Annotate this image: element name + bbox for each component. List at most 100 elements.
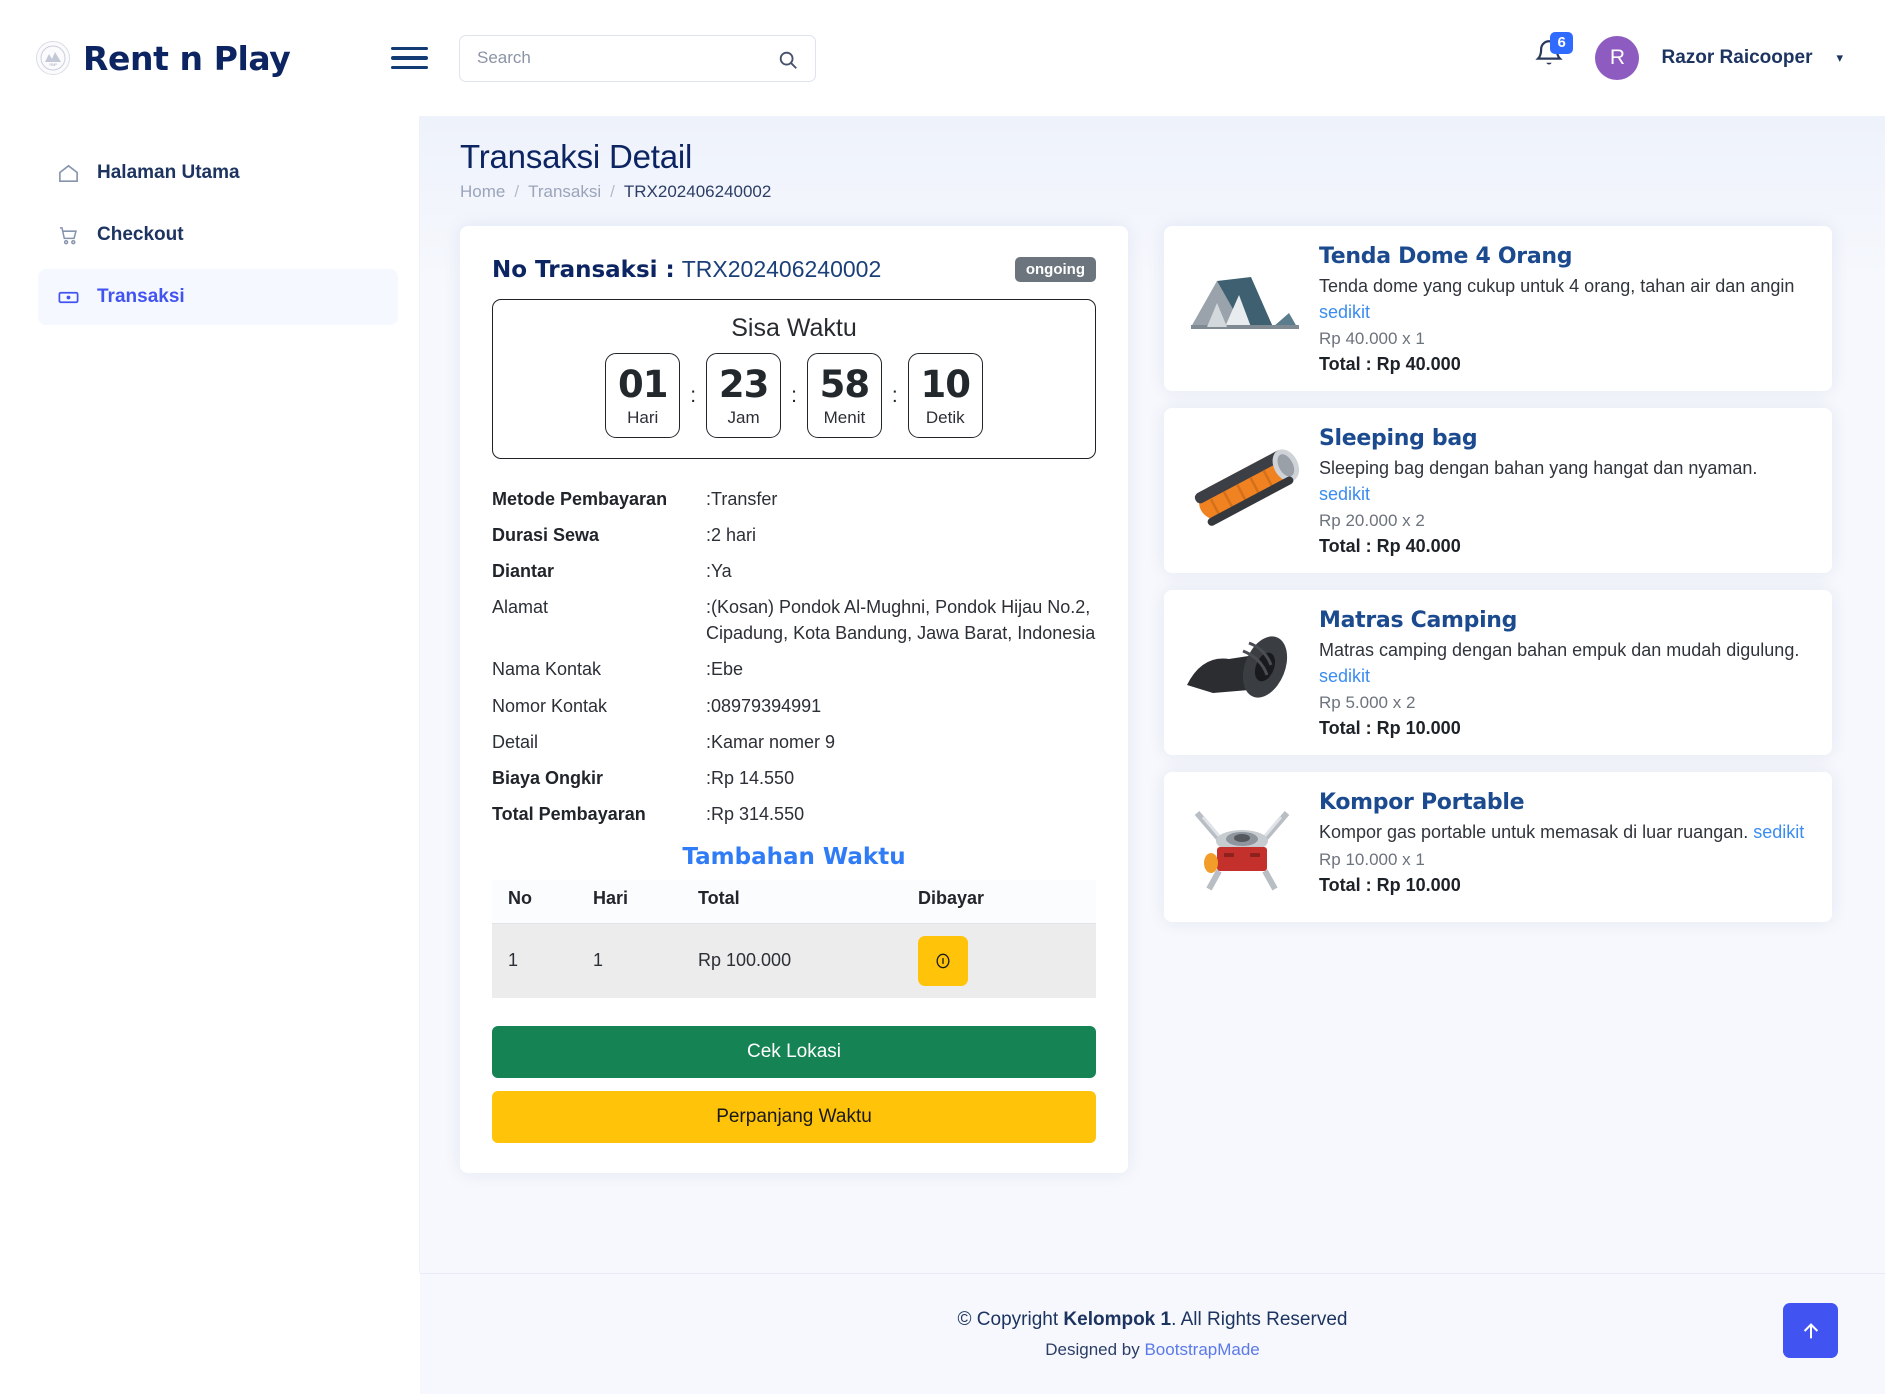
table-header-row: No Hari Total Dibayar	[492, 880, 1096, 924]
search-icon[interactable]	[777, 49, 799, 76]
avatar[interactable]: R	[1595, 36, 1639, 80]
page-title: Transaksi Detail	[460, 138, 1837, 176]
cell-dibayar	[902, 923, 1096, 998]
sidebar: Halaman Utama Checkout Transaksi	[0, 116, 420, 1394]
info-row-nomor-kontak: Nomor Kontak :08979394991	[492, 688, 1096, 724]
read-more-link[interactable]: sedikit	[1753, 822, 1804, 842]
sidebar-item-halaman-utama[interactable]: Halaman Utama	[38, 145, 398, 201]
breadcrumb-current: TRX202406240002	[624, 182, 771, 202]
footer-copyright: © Copyright Kelompok 1. All Rights Reser…	[958, 1309, 1348, 1331]
product-description: Tenda dome yang cukup untuk 4 orang, tah…	[1319, 274, 1812, 325]
payment-info-button[interactable]	[918, 936, 968, 986]
breadcrumb-separator: /	[610, 182, 615, 202]
product-unit-price: Rp 20.000 x 2	[1319, 511, 1812, 531]
logo-emblem-icon: RNP	[36, 41, 70, 75]
extend-time-button[interactable]: Perpanjang Waktu	[492, 1091, 1096, 1143]
transaction-number-row: No Transaksi : TRX202406240002 ongoing	[492, 256, 1096, 283]
product-card-kompor-portable[interactable]: Kompor Portable Kompor gas portable untu…	[1164, 772, 1832, 922]
product-description: Sleeping bag dengan bahan yang hangat da…	[1319, 456, 1812, 507]
search-input[interactable]	[460, 48, 760, 68]
product-unit-price: Rp 40.000 x 1	[1319, 329, 1812, 349]
extension-table: No Hari Total Dibayar 1 1 Rp 100.000	[492, 880, 1096, 998]
info-value: :Ya	[706, 553, 1096, 589]
countdown-value: 23	[719, 363, 769, 406]
info-row-diantar: Diantar :Ya	[492, 553, 1096, 589]
countdown-unit-days: 01 Hari	[605, 353, 680, 438]
bootstrapmade-link[interactable]: BootstrapMade	[1144, 1340, 1259, 1359]
column-header-no: No	[492, 880, 577, 924]
search-box[interactable]	[459, 35, 816, 82]
countdown-units: 01 Hari : 23 Jam : 58 Menit :	[493, 353, 1095, 438]
read-more-link[interactable]: sedikit	[1319, 484, 1370, 504]
countdown-separator: :	[892, 384, 898, 408]
arrow-up-icon	[1800, 1320, 1822, 1342]
info-key: Alamat	[492, 589, 706, 651]
camping-mat-photo	[1174, 606, 1309, 724]
countdown-label: Detik	[926, 408, 965, 428]
product-info: Tenda Dome 4 Orang Tenda dome yang cukup…	[1319, 242, 1812, 375]
product-description-text: Matras camping dengan bahan empuk dan mu…	[1319, 640, 1799, 660]
transaction-number-label: No Transaksi :	[492, 257, 675, 283]
brand-name: Rent n Play	[83, 39, 290, 78]
cell-no: 1	[492, 923, 577, 998]
countdown-value: 01	[618, 363, 668, 406]
read-more-link[interactable]: sedikit	[1319, 302, 1370, 322]
user-name-label[interactable]: Razor Raicooper	[1661, 47, 1812, 69]
product-unit-price: Rp 10.000 x 1	[1319, 850, 1812, 870]
breadcrumb: Home / Transaksi / TRX202406240002	[460, 182, 1837, 202]
product-card-sleeping-bag[interactable]: Sleeping bag Sleeping bag dengan bahan y…	[1164, 408, 1832, 573]
info-value: :Kamar nomer 9	[706, 724, 1096, 760]
transaction-number-value: TRX202406240002	[682, 256, 882, 283]
product-description: Kompor gas portable untuk memasak di lua…	[1319, 820, 1812, 846]
info-value: :Rp 314.550	[706, 796, 1096, 832]
sidebar-item-label: Checkout	[97, 224, 184, 246]
sidebar-item-checkout[interactable]: Checkout	[38, 207, 398, 263]
product-card-matras-camping[interactable]: Matras Camping Matras camping dengan bah…	[1164, 590, 1832, 755]
brand-logo[interactable]: RNP Rent n Play	[0, 39, 385, 78]
product-total: Total : Rp 10.000	[1319, 875, 1812, 896]
countdown-label: Hari	[627, 408, 658, 428]
product-name: Sleeping bag	[1319, 426, 1812, 451]
countdown-title: Sisa Waktu	[493, 314, 1095, 343]
copyright-suffix: . All Rights Reserved	[1171, 1309, 1347, 1330]
content-row: No Transaksi : TRX202406240002 ongoing S…	[460, 226, 1837, 1173]
info-key: Detail	[492, 724, 706, 760]
read-more-link[interactable]: sedikit	[1319, 666, 1370, 686]
breadcrumb-home[interactable]: Home	[460, 182, 505, 202]
product-list: Tenda Dome 4 Orang Tenda dome yang cukup…	[1164, 226, 1832, 922]
info-row-metode-pembayaran: Metode Pembayaran :Transfer	[492, 481, 1096, 517]
product-total: Total : Rp 40.000	[1319, 354, 1812, 375]
svg-text:RNP: RNP	[49, 62, 57, 67]
product-card-tenda-dome[interactable]: Tenda Dome 4 Orang Tenda dome yang cukup…	[1164, 226, 1832, 391]
product-name: Matras Camping	[1319, 608, 1812, 633]
countdown-unit-minutes: 58 Menit	[807, 353, 882, 438]
notification-count-badge: 6	[1550, 32, 1572, 54]
countdown-label: Menit	[824, 408, 866, 428]
back-to-top-button[interactable]	[1783, 1303, 1838, 1358]
product-description-text: Sleeping bag dengan bahan yang hangat da…	[1319, 458, 1757, 478]
footer-credits: Designed by BootstrapMade	[1045, 1340, 1260, 1360]
countdown-label: Jam	[728, 408, 760, 428]
info-value: :2 hari	[706, 517, 1096, 553]
chevron-down-icon[interactable]: ▾	[1836, 50, 1843, 66]
sidebar-item-transaksi[interactable]: Transaksi	[38, 269, 398, 325]
designed-prefix: Designed by	[1045, 1340, 1144, 1359]
info-key: Diantar	[492, 553, 706, 589]
info-row-biaya-ongkir: Biaya Ongkir :Rp 14.550	[492, 760, 1096, 796]
column-header-hari: Hari	[577, 880, 682, 924]
info-key: Metode Pembayaran	[492, 481, 706, 517]
hamburger-menu-icon[interactable]	[391, 41, 437, 76]
breadcrumb-transaksi[interactable]: Transaksi	[528, 182, 601, 202]
countdown-separator: :	[690, 384, 696, 408]
check-location-button[interactable]: Cek Lokasi	[492, 1026, 1096, 1078]
info-row-alamat: Alamat :(Kosan) Pondok Al-Mughni, Pondok…	[492, 589, 1096, 651]
cell-hari: 1	[577, 923, 682, 998]
home-icon	[56, 161, 80, 185]
notifications-button[interactable]: 6	[1533, 36, 1573, 80]
product-name: Kompor Portable	[1319, 790, 1812, 815]
info-value: :Transfer	[706, 481, 1096, 517]
transaction-detail-card: No Transaksi : TRX202406240002 ongoing S…	[460, 226, 1128, 1173]
product-info: Sleeping bag Sleeping bag dengan bahan y…	[1319, 424, 1812, 557]
tent-photo	[1174, 242, 1309, 360]
product-total: Total : Rp 10.000	[1319, 718, 1812, 739]
